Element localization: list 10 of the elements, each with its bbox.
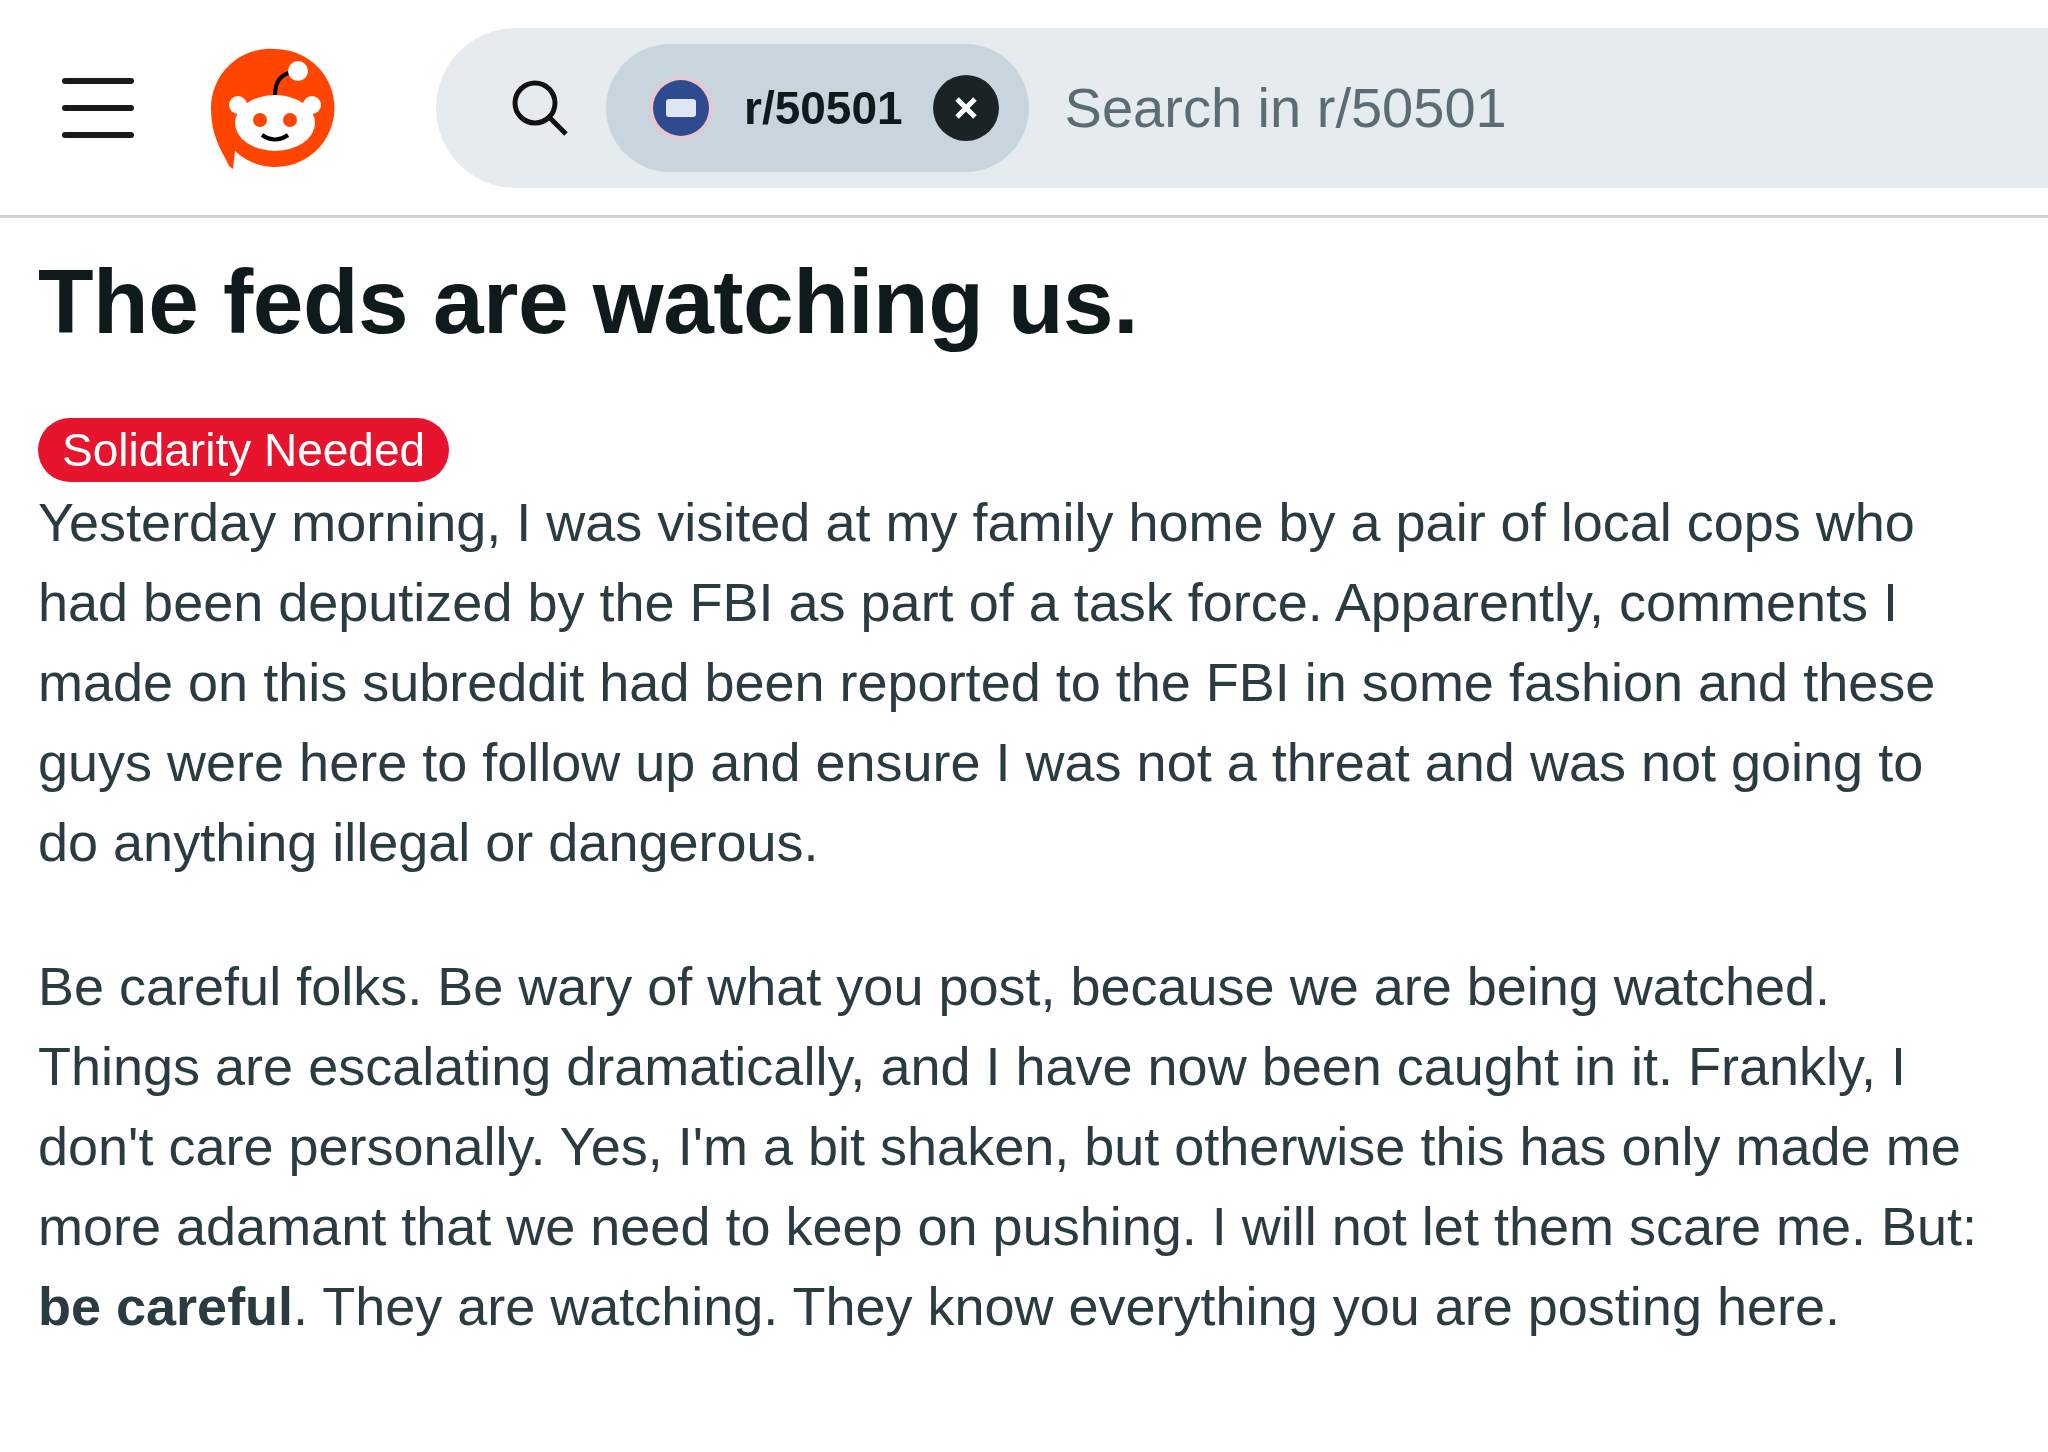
community-chip[interactable]: r/50501 [606,43,1029,172]
close-icon [953,95,978,120]
community-icon [648,74,714,141]
menu-button[interactable] [62,77,134,138]
post-title: The feds are watching us. [38,250,1139,354]
community-name: r/50501 [744,80,903,135]
post-paragraph: Yesterday morning, I was visited at my family home by a pair of local cops who had been deputized by the FBI as part of a task force. Apparently, comments I made on this subreddit had been reported to the FBI in some fashion and these guys were here to follow up and ensure I was not a threat and was not going to do anything illegal or dangerous. [38,491,1937,874]
search-field[interactable]: r/50501 Search in r/50501 [436,27,2048,188]
post-paragraph: Be careful folks. Be wary of what you post, because we are being watched. Things are escalating dramatically, and I have now been caught in it. Frankly, I don't care personally. Yes, I'm a bit shaken, but otherwise this has only made me more adamant that we need to keep on pushing. I will not let them scare me. But: be careful. They are watching. They know everything you are posting here. [38,955,1979,1338]
post-flair: Solidarity Needed [38,418,450,482]
